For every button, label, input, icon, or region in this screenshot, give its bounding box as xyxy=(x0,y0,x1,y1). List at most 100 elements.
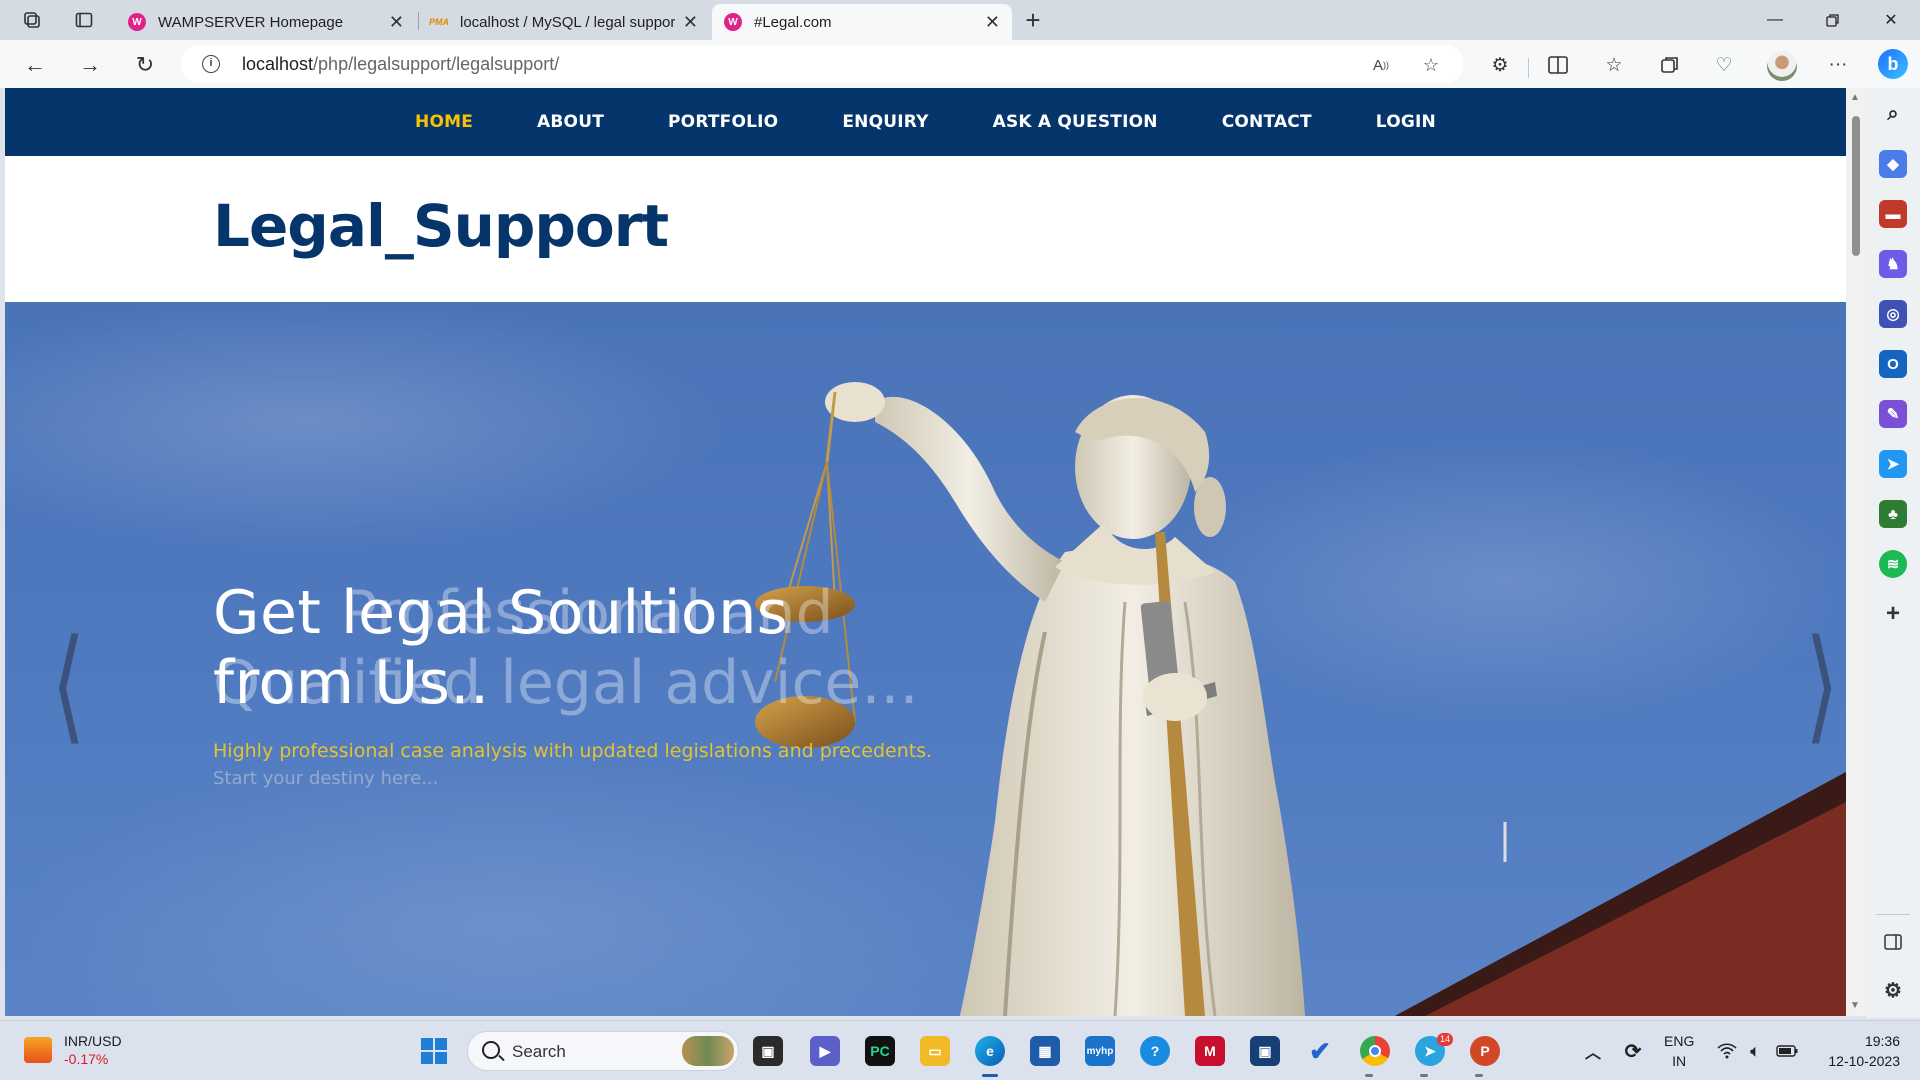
designer-icon[interactable]: ✎ xyxy=(1879,400,1907,428)
phpmyadmin-icon: PMA xyxy=(429,17,449,27)
add-sidebar-app-icon[interactable]: + xyxy=(1879,600,1907,628)
close-window-icon[interactable]: ✕ xyxy=(1868,6,1914,34)
carousel-next-icon[interactable]: ❭ xyxy=(1800,624,1841,734)
nav-portfolio[interactable]: PORTFOLIO xyxy=(668,112,778,132)
battery-icon[interactable] xyxy=(1772,1036,1802,1066)
language-indicator[interactable]: ENG IN xyxy=(1664,1031,1694,1071)
tab-wampserver[interactable]: W WAMPSERVER Homepage ✕ xyxy=(116,4,416,40)
new-tab-icon[interactable]: + xyxy=(1021,5,1045,35)
telegram-badge: 14 xyxy=(1437,1033,1454,1046)
refresh-icon[interactable]: ↻ xyxy=(130,50,160,80)
site-logo-title[interactable]: Legal_Support xyxy=(213,192,669,260)
site-navbar: HOME ABOUT PORTFOLIO ENQUIRY ASK A QUEST… xyxy=(5,88,1846,156)
pycharm-icon[interactable]: PC xyxy=(865,1036,895,1066)
wampserver-icon: W xyxy=(724,13,742,31)
nav-ask-a-question[interactable]: ASK A QUESTION xyxy=(993,112,1158,132)
forward-icon[interactable]: → xyxy=(75,50,105,80)
games-icon[interactable]: ♞ xyxy=(1879,250,1907,278)
page-scrollbar[interactable]: ▲ ▼ xyxy=(1846,88,1866,1016)
carousel-prev-icon[interactable]: ❬ xyxy=(48,624,89,734)
page-viewport: HOME ABOUT PORTFOLIO ENQUIRY ASK A QUEST… xyxy=(5,88,1846,1016)
back-icon[interactable]: ← xyxy=(20,50,50,80)
currency-title: INR/USD xyxy=(64,1033,122,1049)
search-icon[interactable]: ⌕ xyxy=(1879,100,1907,128)
read-aloud-icon[interactable]: A)) xyxy=(1370,54,1392,76)
search-icon xyxy=(482,1041,500,1059)
edge-sidebar: ⌕ ◆ ▬ ♞ ◎ O ✎ ➤ ♣ ≋ + ⚙ xyxy=(1866,88,1920,1018)
outlook-icon[interactable]: O xyxy=(1879,350,1907,378)
minimize-icon[interactable]: — xyxy=(1752,6,1798,34)
close-tab-icon[interactable]: ✕ xyxy=(683,12,698,33)
browser-essentials-icon[interactable]: ♡ xyxy=(1712,53,1736,77)
teams-icon[interactable]: ▶ xyxy=(810,1036,840,1066)
url-text[interactable]: localhost/php/legalsupport/legalsupport/ xyxy=(242,54,559,75)
nav-enquiry[interactable]: ENQUIRY xyxy=(842,112,928,132)
send-icon[interactable]: ➤ xyxy=(1879,450,1907,478)
scroll-up-icon[interactable]: ▲ xyxy=(1850,92,1860,103)
copilot-icon[interactable]: b xyxy=(1874,45,1912,83)
site-info-icon[interactable]: i xyxy=(202,55,220,73)
chrome-icon[interactable] xyxy=(1360,1036,1390,1066)
sync-icon[interactable]: ⟳ xyxy=(1618,1036,1648,1066)
tab-title: #Legal.com xyxy=(754,13,832,31)
hero-subtitle-ghost: Start your destiny here... xyxy=(213,768,439,789)
powerpoint-icon[interactable]: P xyxy=(1470,1036,1500,1066)
wifi-icon[interactable] xyxy=(1712,1036,1742,1066)
favorite-star-icon[interactable]: ☆ xyxy=(1420,54,1442,76)
taskbar-clock[interactable]: 19:36 12-10-2023 xyxy=(1810,1031,1900,1071)
extensions-icon[interactable]: ⚙ xyxy=(1488,53,1512,77)
settings-more-icon[interactable]: ··· xyxy=(1826,53,1850,77)
close-tab-icon[interactable]: ✕ xyxy=(389,12,404,33)
profile-avatar[interactable] xyxy=(1767,51,1797,81)
windows-taskbar: INR/USD -0.17% Search ▣ ▶ PC ▭ e ▦ myhp … xyxy=(0,1020,1920,1080)
tools-icon[interactable]: ▬ xyxy=(1879,200,1907,228)
task-view-icon[interactable]: ▣ xyxy=(753,1036,783,1066)
close-tab-icon[interactable]: ✕ xyxy=(985,12,1000,33)
taskbar-search-box[interactable]: Search xyxy=(467,1031,739,1071)
hide-sidebar-icon[interactable] xyxy=(1879,928,1907,956)
favorites-icon[interactable]: ☆ xyxy=(1602,53,1626,77)
tree-icon[interactable]: ♣ xyxy=(1879,500,1907,528)
workspaces-icon[interactable] xyxy=(20,8,44,32)
tab-phpmyadmin[interactable]: PMA localhost / MySQL / legal suppor ✕ xyxy=(418,4,710,40)
split-screen-icon[interactable] xyxy=(1546,53,1570,77)
scrollbar-thumb[interactable] xyxy=(1852,116,1860,256)
todo-icon[interactable]: ✔ xyxy=(1305,1036,1335,1066)
tab-legal-active[interactable]: W #Legal.com ✕ xyxy=(712,4,1012,40)
get-help-icon[interactable]: ? xyxy=(1140,1036,1170,1066)
wampserver-icon: W xyxy=(128,13,146,31)
edge-icon[interactable]: e xyxy=(975,1036,1005,1066)
sidebar-settings-icon[interactable]: ⚙ xyxy=(1879,976,1907,1004)
nav-about[interactable]: ABOUT xyxy=(537,112,604,132)
browser-toolbar: ← → ↻ i localhost/php/legalsupport/legal… xyxy=(0,40,1920,88)
scroll-down-icon[interactable]: ▼ xyxy=(1850,1000,1860,1011)
collections-icon[interactable] xyxy=(1658,53,1682,77)
myhp-icon[interactable]: myhp xyxy=(1085,1036,1115,1066)
currency-value: -0.17% xyxy=(64,1051,109,1067)
file-explorer-icon[interactable]: ▭ xyxy=(920,1036,950,1066)
tab-title: WAMPSERVER Homepage xyxy=(158,13,344,31)
nav-contact[interactable]: CONTACT xyxy=(1222,112,1312,132)
show-hidden-icons-chevron[interactable]: ︿ xyxy=(1578,1036,1608,1066)
shopping-icon[interactable]: ◆ xyxy=(1879,150,1907,178)
browser-tab-strip: W WAMPSERVER Homepage ✕ PMA localhost / … xyxy=(0,0,1920,40)
currency-icon xyxy=(24,1037,52,1063)
spotify-icon[interactable]: ≋ xyxy=(1879,550,1907,578)
search-highlight-image xyxy=(682,1036,734,1066)
restore-icon[interactable] xyxy=(1810,6,1856,34)
brand-header: Legal_Support xyxy=(5,156,1846,302)
microsoft-365-icon[interactable]: ◎ xyxy=(1879,300,1907,328)
virtualbox-icon[interactable]: ▣ xyxy=(1250,1036,1280,1066)
volume-icon[interactable]: 🔈︎ xyxy=(1740,1036,1770,1066)
start-icon[interactable] xyxy=(419,1036,449,1066)
microsoft-store-icon[interactable]: ▦ xyxy=(1030,1036,1060,1066)
nav-home[interactable]: HOME xyxy=(415,112,473,132)
hero-headline-block: Professional and Qualified legal advice.… xyxy=(213,578,919,718)
hero-carousel: Professional and Qualified legal advice.… xyxy=(5,302,1846,1016)
search-placeholder: Search xyxy=(512,1042,566,1061)
hero-ghost-headline: Professional and Qualified legal advice.… xyxy=(213,578,919,718)
address-bar[interactable]: i localhost/php/legalsupport/legalsuppor… xyxy=(180,45,1464,83)
tab-actions-icon[interactable] xyxy=(72,8,96,32)
nav-login[interactable]: LOGIN xyxy=(1376,112,1436,132)
mcafee-icon[interactable]: M xyxy=(1195,1036,1225,1066)
